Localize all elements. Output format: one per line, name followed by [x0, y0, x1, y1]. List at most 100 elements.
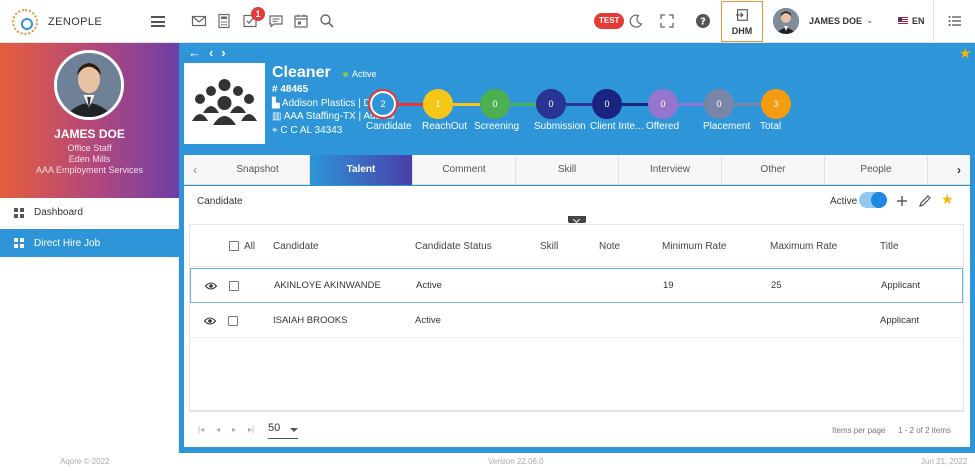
candidate-title: Applicant — [881, 280, 921, 291]
next-icon[interactable]: › — [221, 45, 225, 60]
prev-icon[interactable]: ‹ — [209, 45, 213, 60]
candidate-title: Applicant — [880, 315, 920, 326]
sidebar-item-label: Direct Hire Job — [34, 237, 101, 249]
tab-scroll-left-icon[interactable]: ‹ — [184, 155, 206, 185]
calendar-icon[interactable] — [293, 13, 309, 29]
profile-avatar — [54, 50, 124, 120]
pipeline-stage-label: Screening — [474, 121, 520, 132]
tab-interview[interactable]: Interview — [619, 155, 722, 185]
pipeline-stage-count[interactable]: 0 — [592, 89, 622, 119]
pipeline-stage-count[interactable]: 0 — [536, 89, 566, 119]
tab-skill[interactable]: Skill — [516, 155, 619, 185]
notification-badge: 1 — [251, 7, 265, 21]
view-icon[interactable] — [204, 315, 216, 327]
job-address: C C AL 34343 — [280, 125, 343, 136]
last-page-icon[interactable]: ▸| — [248, 425, 254, 434]
tab-talent[interactable]: Talent — [310, 155, 413, 185]
tab-people[interactable]: People — [825, 155, 928, 185]
pipeline-stage-count[interactable]: 3 — [761, 89, 791, 119]
footer: Aqore © 2022 Version 22.06.0 Jun 21, 202… — [0, 453, 975, 471]
max-rate: 25 — [771, 280, 782, 291]
menu-toggle-icon[interactable] — [151, 16, 165, 27]
row-checkbox[interactable] — [229, 281, 239, 291]
table-row[interactable]: ISAIAH BROOKS Active Applicant — [190, 304, 963, 338]
column-header[interactable]: Skill — [540, 241, 558, 252]
view-icon[interactable] — [205, 280, 217, 292]
candidate-grid: All Candidate Candidate Status Skill Not… — [189, 224, 964, 411]
dhm-label: DHM — [731, 26, 753, 36]
mail-icon[interactable] — [191, 13, 207, 29]
profile-name: JAMES DOE — [54, 127, 125, 141]
page-size-select[interactable]: 50 — [268, 422, 298, 439]
language-selector[interactable]: EN — [912, 16, 925, 26]
pipeline-stage-label: Offered — [646, 121, 680, 132]
pipeline-stage-count[interactable]: 0 — [648, 89, 678, 119]
select-all-checkbox[interactable] — [229, 241, 239, 251]
pipeline-stage-count[interactable]: 1 — [423, 89, 453, 119]
page-size-value: 50 — [268, 422, 281, 434]
chat-icon[interactable] — [268, 13, 284, 29]
pipeline-stage-label: ReachOut — [422, 121, 468, 132]
prev-page-icon[interactable]: ◂ — [216, 425, 220, 434]
pipeline-connector — [734, 103, 761, 106]
history-nav: ← ‹ › — [188, 45, 226, 60]
tab-scroll-right-icon[interactable]: › — [948, 155, 970, 185]
back-arrow-icon[interactable]: ← — [188, 45, 201, 60]
favorite-star-icon[interactable]: ★ — [941, 191, 955, 207]
table-row[interactable]: AKINLOYE AKINWANDE Active 19 25 Applican… — [190, 268, 963, 303]
first-page-icon[interactable]: |◂ — [198, 425, 204, 434]
pipeline-stage-count[interactable]: 0 — [704, 89, 734, 119]
tab-comment[interactable]: Comment — [413, 155, 516, 185]
help-icon[interactable]: ? — [695, 13, 711, 29]
copyright: Aqore © 2022 — [60, 457, 110, 466]
next-page-icon[interactable]: ▸ — [232, 425, 236, 434]
profile-role: Office Staff — [67, 143, 112, 153]
user-name[interactable]: JAMES DOE — [809, 16, 862, 26]
search-icon[interactable] — [319, 13, 335, 29]
column-header[interactable]: Title — [880, 241, 899, 252]
building-icon: ▥ — [272, 111, 284, 122]
sidebar: JAMES DOE Office Staff Eden Mills AAA Em… — [0, 43, 179, 453]
caret-down-icon — [290, 428, 298, 432]
sidebar-item-dashboard[interactable]: Dashboard — [0, 199, 179, 227]
tab-snapshot[interactable]: Snapshot — [206, 155, 310, 185]
add-icon[interactable] — [895, 194, 909, 208]
min-rate: 19 — [663, 280, 674, 291]
profile-location: Eden Mills — [68, 154, 111, 164]
job-company-row: ▙ Addison Plastics | DPT — [272, 98, 383, 109]
pipeline-stage-count[interactable]: 2 — [368, 89, 398, 119]
candidate-name[interactable]: ISAIAH BROOKS — [273, 315, 347, 326]
footer-date: Jun 21, 2022 — [921, 457, 968, 466]
column-header[interactable]: Candidate — [273, 241, 319, 252]
list-menu-icon[interactable] — [948, 15, 962, 27]
pipeline-connector — [622, 103, 648, 106]
chevron-down-icon[interactable]: ⌄ — [866, 15, 874, 26]
favorite-star-icon[interactable]: ★ — [959, 45, 972, 62]
dark-mode-icon[interactable] — [628, 13, 644, 29]
briefcase-icon: ▙ — [272, 98, 282, 109]
tab-bar: ‹ Snapshot Talent Comment Skill Intervie… — [184, 155, 970, 185]
row-checkbox[interactable] — [228, 316, 238, 326]
column-header[interactable]: Note — [599, 241, 620, 252]
collapse-toggle-icon[interactable] — [568, 216, 586, 223]
active-toggle[interactable] — [859, 192, 887, 208]
dhm-switch-button[interactable]: DHM — [721, 1, 763, 42]
pipeline-stage-label: Client Inte... — [590, 121, 644, 132]
us-flag-icon[interactable] — [898, 17, 908, 24]
calculator-icon[interactable] — [216, 13, 232, 29]
tab-other[interactable]: Other — [722, 155, 825, 185]
grid-header: All Candidate Candidate Status Skill Not… — [190, 225, 963, 267]
column-header[interactable]: Maximum Rate — [770, 241, 837, 252]
column-header[interactable]: Minimum Rate — [662, 241, 726, 252]
column-header[interactable]: Candidate Status — [415, 241, 492, 252]
edit-icon[interactable] — [918, 194, 932, 208]
pipeline-connector — [453, 103, 480, 106]
app-logo[interactable]: ZENOPLE — [12, 9, 102, 35]
pipeline-stage-count[interactable]: 0 — [480, 89, 510, 119]
sidebar-item-label: Dashboard — [34, 207, 83, 218]
sidebar-item-direct-hire-job[interactable]: Direct Hire Job — [0, 229, 179, 257]
job-status: Active — [343, 69, 377, 79]
fullscreen-icon[interactable] — [659, 13, 675, 29]
candidate-name[interactable]: AKINLOYE AKINWANDE — [274, 280, 381, 291]
user-avatar[interactable] — [773, 8, 799, 34]
